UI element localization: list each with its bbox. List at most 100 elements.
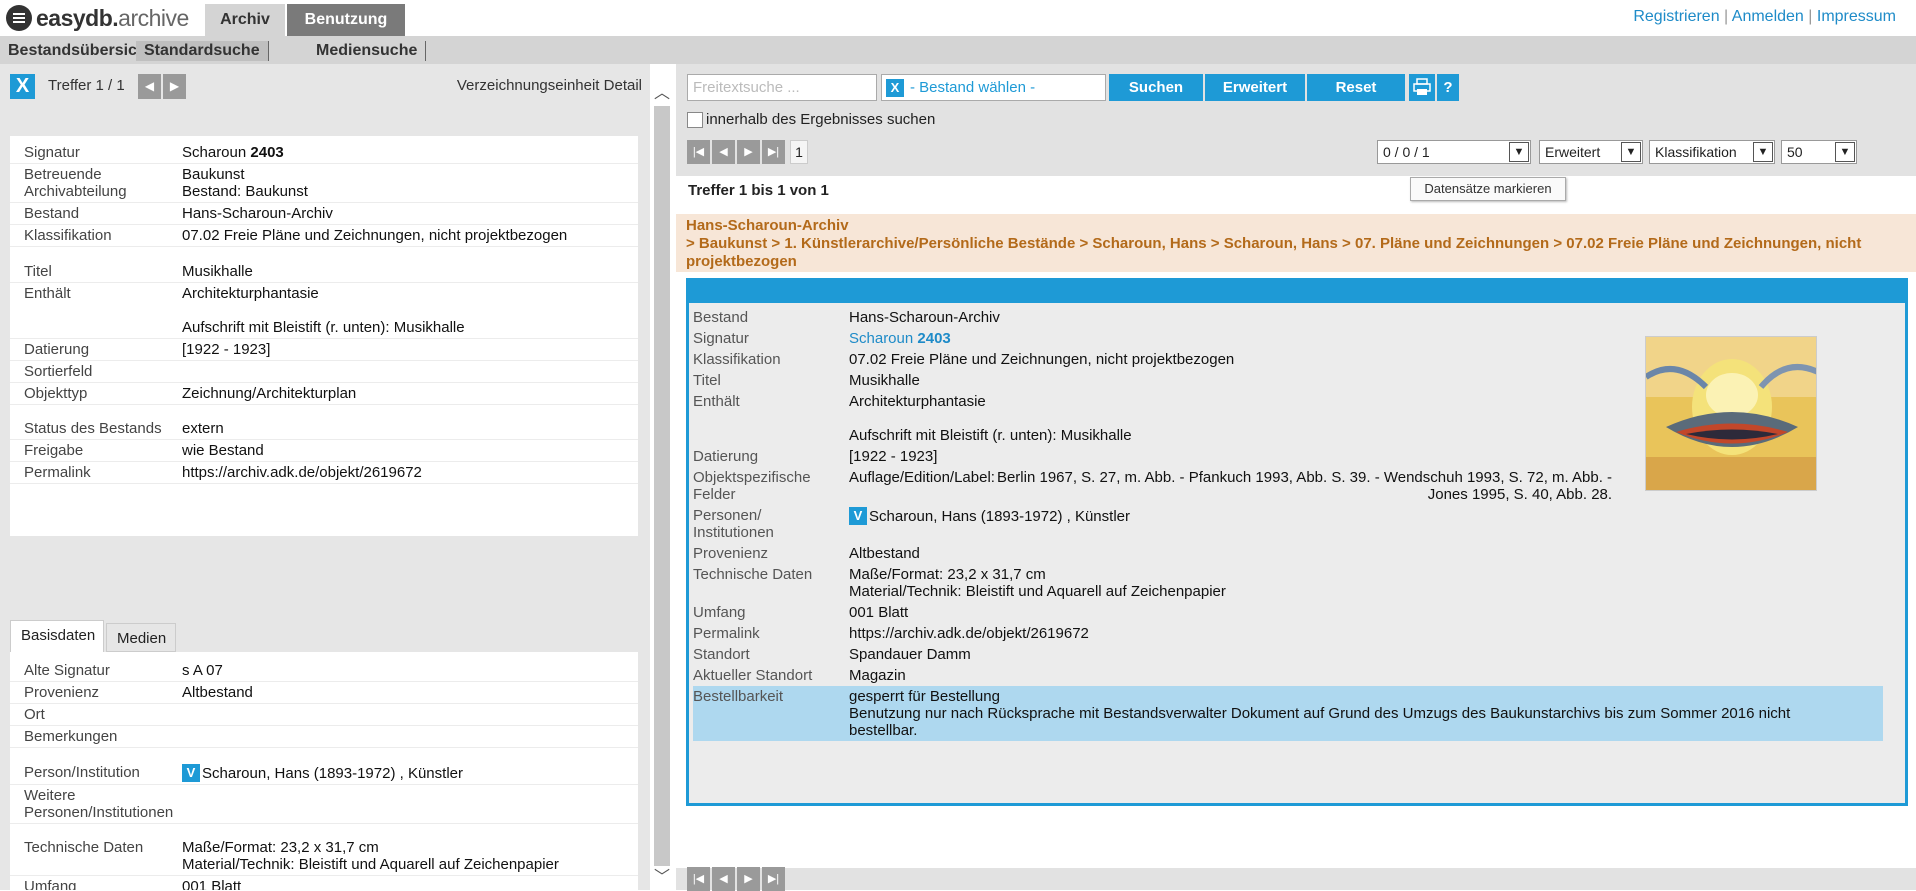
first-page-icon[interactable]: |◀ bbox=[687, 140, 710, 164]
field-value: https://archiv.adk.de/objekt/2619672 bbox=[182, 461, 638, 484]
page-size-value: 50 bbox=[1787, 144, 1803, 160]
login-link[interactable]: Anmelden bbox=[1732, 8, 1804, 25]
field-row: Betreuende Archivabteilung Baukunst Bestand… bbox=[10, 163, 638, 203]
tab-benutzung[interactable]: Benutzung bbox=[287, 4, 405, 36]
field-label: Datierung bbox=[10, 338, 182, 361]
field-label: Umfang bbox=[10, 875, 182, 890]
register-link[interactable]: Registrieren bbox=[1633, 8, 1719, 25]
bestand-label: - Bestand wählen - bbox=[910, 79, 1036, 96]
field-value: Hans-Scharoun-Archiv bbox=[849, 309, 1000, 326]
field-row: Weitere Personen/Institutionen bbox=[10, 784, 638, 824]
tab-basisdaten[interactable]: Basisdaten bbox=[10, 620, 104, 652]
tab-archiv[interactable]: Archiv bbox=[205, 4, 285, 36]
field-value: Baukunst Bestand: Baukunst bbox=[182, 163, 638, 203]
imprint-link[interactable]: Impressum bbox=[1817, 8, 1896, 25]
field-row: Objekttyp Zeichnung/Architekturplan bbox=[10, 382, 638, 405]
summary-card: Signatur Scharoun 2403 Betreuende Archivabt… bbox=[10, 136, 638, 536]
prev-page-icon[interactable]: ◀ bbox=[712, 867, 735, 891]
field-label: Datierung bbox=[693, 448, 759, 465]
breadcrumb-title[interactable]: Hans-Scharoun-Archiv bbox=[686, 217, 1906, 235]
marked-records-select[interactable]: 0 / 0 / 1 ▼ bbox=[1377, 140, 1531, 164]
authority-record-icon[interactable]: V bbox=[182, 763, 200, 782]
left-panel-header: X Treffer 1 / 1 ◀ ▶ Verzeichnungseinheit… bbox=[0, 72, 650, 99]
field-value: Altbestand bbox=[849, 545, 920, 562]
musikhalle-image bbox=[1646, 337, 1816, 490]
prev-hit-button[interactable]: ◀ bbox=[138, 74, 161, 99]
last-page-icon[interactable]: ▶| bbox=[762, 867, 785, 891]
right-results-panel: Freitextsuche ... X - Bestand wählen - S… bbox=[676, 64, 1916, 891]
reset-button[interactable]: Reset bbox=[1307, 74, 1405, 101]
mark-records-tooltip: Datensätze markieren bbox=[1410, 177, 1566, 201]
next-page-icon[interactable]: ▶ bbox=[737, 867, 760, 891]
field-value: 07.02 Freie Pläne und Zeichnungen, nicht… bbox=[182, 224, 638, 247]
help-button[interactable]: ? bbox=[1437, 74, 1459, 101]
advanced-search-button[interactable]: Erweitert bbox=[1205, 74, 1305, 101]
easydb-logo[interactable]: easydb.archive bbox=[6, 4, 189, 32]
field-label: Enthält bbox=[10, 282, 182, 339]
view-mode-select[interactable]: Erweitert ▼ bbox=[1539, 140, 1643, 164]
subtab-mediensuche[interactable]: Mediensuche bbox=[308, 41, 427, 61]
page-number[interactable]: 1 bbox=[790, 140, 808, 164]
next-hit-button[interactable]: ▶ bbox=[163, 74, 186, 99]
first-page-icon[interactable]: |◀ bbox=[687, 867, 710, 891]
field-value: 001 Blatt bbox=[182, 875, 638, 890]
subtab-standardsuche[interactable]: Standardsuche bbox=[136, 41, 269, 61]
scrollbar-track[interactable] bbox=[654, 106, 670, 866]
field-label: Permalink bbox=[693, 625, 760, 642]
bestand-selector[interactable]: X - Bestand wählen - bbox=[881, 74, 1106, 101]
summary-table: Signatur Scharoun 2403 Betreuende Archivabt… bbox=[10, 142, 638, 484]
field-row bbox=[10, 748, 638, 762]
sort-select[interactable]: Klassifikation ▼ bbox=[1649, 140, 1775, 164]
field-label: Provenienz bbox=[693, 545, 769, 562]
scroll-down-icon[interactable]: ﹀ bbox=[652, 868, 672, 888]
field-row: Titel Musikhalle bbox=[10, 260, 638, 283]
field-label: Signatur bbox=[693, 330, 749, 347]
chevron-down-icon: ▼ bbox=[1753, 142, 1773, 162]
marked-records-value: 0 / 0 / 1 bbox=[1383, 144, 1430, 160]
field-value: gesperrt für Bestellung Benutzung nur nac… bbox=[849, 686, 1883, 741]
record-header-bar bbox=[689, 281, 1905, 303]
prev-page-icon[interactable]: ◀ bbox=[712, 140, 735, 164]
field-row: Umfang 001 Blatt bbox=[10, 875, 638, 890]
field-value: Scharoun 2403 bbox=[182, 142, 638, 164]
field-value: https://archiv.adk.de/objekt/2619672 bbox=[849, 625, 1089, 642]
field-row: Technische Daten Maße/Format: 23,2 x 31,7… bbox=[693, 564, 1883, 602]
close-detail-button[interactable]: X bbox=[10, 74, 35, 99]
field-value bbox=[182, 703, 638, 726]
view-mode-value: Erweitert bbox=[1545, 144, 1601, 160]
breadcrumb-path[interactable]: > Baukunst > 1. Künstlerarchive/Persönli… bbox=[686, 235, 1906, 271]
field-value bbox=[182, 784, 638, 824]
field-row: Freigabe wie Bestand bbox=[10, 439, 638, 462]
field-prefix: Auflage/Edition/Label: bbox=[849, 469, 995, 486]
sub-nav: Bestandsübersicht Standardsuche Mediensu… bbox=[0, 36, 1916, 64]
artwork-thumbnail[interactable] bbox=[1645, 336, 1817, 491]
bottom-pagination: |◀ ◀ ▶ ▶| bbox=[676, 867, 1916, 891]
field-label: Bemerkungen bbox=[10, 725, 182, 748]
field-label: Standort bbox=[693, 646, 750, 663]
vertical-scrollbar[interactable]: ︿ ﹀ bbox=[652, 76, 672, 890]
authority-record-icon[interactable]: V bbox=[849, 507, 867, 525]
tab-medien[interactable]: Medien bbox=[106, 623, 176, 652]
field-label: Alte Signatur bbox=[10, 660, 182, 682]
basisdaten-card: Alte Signatur s A 07 Provenienz Altbestand O… bbox=[10, 652, 638, 890]
field-label: Freigabe bbox=[10, 439, 182, 462]
search-button[interactable]: Suchen bbox=[1109, 74, 1203, 101]
last-page-icon[interactable]: ▶| bbox=[762, 140, 785, 164]
next-page-icon[interactable]: ▶ bbox=[737, 140, 760, 164]
scroll-up-icon[interactable]: ︿ bbox=[652, 84, 672, 104]
field-row: Technische Daten Maße/Format: 23,2 x 31,7… bbox=[10, 837, 638, 876]
field-label: Enthält bbox=[693, 393, 740, 410]
field-value: Maße/Format: 23,2 x 31,7 cm Material/Tech… bbox=[849, 566, 1226, 600]
field-label: Titel bbox=[693, 372, 721, 389]
freetext-search-input[interactable]: Freitextsuche ... bbox=[687, 74, 877, 101]
within-results-checkbox[interactable] bbox=[687, 112, 703, 128]
field-label: Objektspezifische Felder bbox=[693, 469, 811, 503]
field-row: Bestellbarkeit gesperrt für Bestellung Ben… bbox=[693, 686, 1883, 741]
clear-bestand-icon[interactable]: X bbox=[886, 79, 904, 97]
print-button[interactable] bbox=[1409, 74, 1435, 101]
field-label: Ort bbox=[10, 703, 182, 726]
left-detail-panel: X Treffer 1 / 1 ◀ ▶ Verzeichnungseinheit… bbox=[0, 64, 650, 890]
top-bar: easydb.archive Archiv Benutzung Registri… bbox=[0, 0, 1916, 36]
page-size-select[interactable]: 50 ▼ bbox=[1781, 140, 1857, 164]
field-value: s A 07 bbox=[182, 660, 638, 682]
